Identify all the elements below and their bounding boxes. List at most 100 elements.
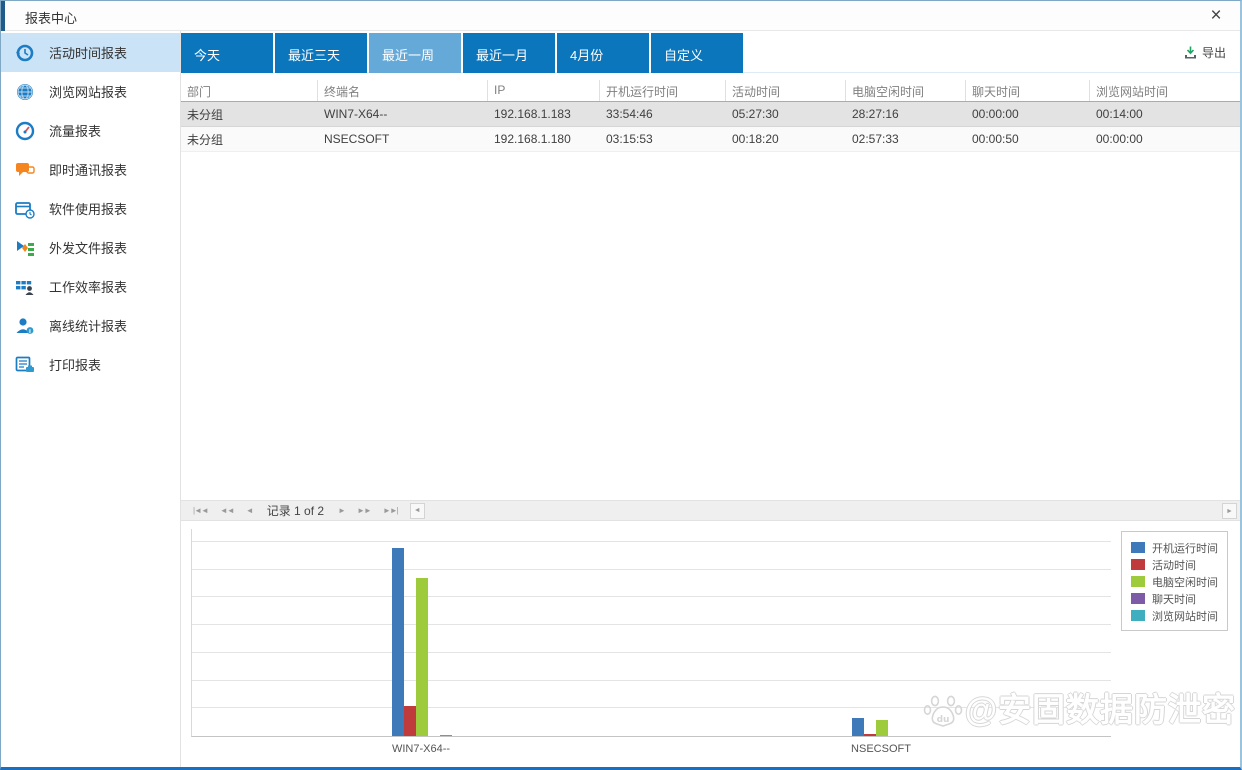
tab-last-week[interactable]: 最近一周 xyxy=(369,33,461,73)
table-row[interactable]: 未分组 WIN7-X64-- 192.168.1.183 33:54:46 05… xyxy=(181,102,1240,127)
bar-NSECSOFT-开机运行时间 xyxy=(852,718,864,736)
first-page-button[interactable]: |◄◄ xyxy=(187,506,214,515)
cell-department: 未分组 xyxy=(181,106,318,123)
next-page-button[interactable]: ► xyxy=(332,506,351,515)
column-header-browse-time[interactable]: 浏览网站时间 xyxy=(1090,80,1240,101)
bar-WIN7-X64---开机运行时间 xyxy=(392,548,404,736)
sidebar-item-outgoing-files-report[interactable]: 外发文件报表 xyxy=(1,228,180,267)
column-header-uptime[interactable]: 开机运行时间 xyxy=(600,80,726,101)
chat-bubbles-icon xyxy=(14,160,36,180)
export-label: 导出 xyxy=(1202,44,1226,61)
titlebar: 报表中心 × xyxy=(1,1,1240,31)
fast-prev-button[interactable]: ◄◄ xyxy=(214,506,240,515)
legend-label: 开机运行时间 xyxy=(1152,540,1218,556)
cell-uptime: 33:54:46 xyxy=(600,107,726,121)
svg-text:i: i xyxy=(29,329,31,335)
bar-WIN7-X64---活动时间 xyxy=(404,706,416,736)
legend-item: 活动时间 xyxy=(1131,556,1218,573)
cell-browse-time: 00:14:00 xyxy=(1090,107,1240,121)
sidebar-item-print-report[interactable]: 打印报表 xyxy=(1,345,180,384)
column-header-terminal[interactable]: 终端名 xyxy=(318,80,488,101)
prev-page-button[interactable]: ◄ xyxy=(240,506,259,515)
activity-bar-chart: 开机运行时间 活动时间 电脑空闲时间 聊天时间 xyxy=(181,521,1240,767)
bar-WIN7-X64---浏览网站时间 xyxy=(440,735,452,736)
legend-label: 聊天时间 xyxy=(1152,591,1196,607)
table-row[interactable]: 未分组 NSECSOFT 192.168.1.180 03:15:53 00:1… xyxy=(181,127,1240,152)
sidebar-item-label: 打印报表 xyxy=(49,355,101,374)
window-title: 报表中心 xyxy=(25,8,77,27)
cell-uptime: 03:15:53 xyxy=(600,132,726,146)
column-header-active-time[interactable]: 活动时间 xyxy=(726,80,846,101)
history-clock-icon xyxy=(14,43,36,63)
cell-chat-time: 00:00:50 xyxy=(966,132,1090,146)
hscroll-right-button[interactable]: ► xyxy=(1222,503,1237,519)
download-icon xyxy=(1184,46,1197,59)
globe-icon xyxy=(14,82,36,102)
legend-label: 电脑空闲时间 xyxy=(1152,574,1218,590)
grid-person-icon xyxy=(14,277,36,297)
report-center-window: 报表中心 × 活动时间报表 浏览网站报表 流量报表 xyxy=(0,0,1242,770)
close-icon[interactable]: × xyxy=(1204,4,1228,28)
bar-NSECSOFT-活动时间 xyxy=(864,734,876,736)
gauge-icon xyxy=(14,121,36,141)
cell-active-time: 05:27:30 xyxy=(726,107,846,121)
legend-item: 浏览网站时间 xyxy=(1131,607,1218,624)
cell-department: 未分组 xyxy=(181,131,318,148)
bar-NSECSOFT-电脑空闲时间 xyxy=(876,720,888,736)
legend-swatch-browse xyxy=(1131,610,1145,621)
sidebar-item-label: 离线统计报表 xyxy=(49,316,127,335)
outgoing-file-icon xyxy=(14,238,36,258)
legend-swatch-active xyxy=(1131,559,1145,570)
person-info-icon: i xyxy=(14,316,36,336)
sidebar-item-software-usage-report[interactable]: 软件使用报表 xyxy=(1,189,180,228)
gridline xyxy=(192,624,1111,625)
date-range-tabs: 今天 最近三天 最近一周 最近一月 4月份 自定义 导出 xyxy=(181,33,1240,73)
column-header-idle-time[interactable]: 电脑空闲时间 xyxy=(846,80,966,101)
gridline xyxy=(192,569,1111,570)
export-button[interactable]: 导出 xyxy=(1184,44,1226,61)
main-panel: 今天 最近三天 最近一周 最近一月 4月份 自定义 导出 部门 终端名 IP 开… xyxy=(181,31,1240,767)
x-axis-label: NSECSOFT xyxy=(801,743,961,755)
cell-chat-time: 00:00:00 xyxy=(966,107,1090,121)
tab-custom[interactable]: 自定义 xyxy=(651,33,743,73)
fast-next-button[interactable]: ►► xyxy=(351,506,377,515)
sidebar-item-work-efficiency-report[interactable]: 工作效率报表 xyxy=(1,267,180,306)
cell-terminal: WIN7-X64-- xyxy=(318,107,488,121)
sidebar-item-traffic-report[interactable]: 流量报表 xyxy=(1,111,180,150)
record-count-label: 记录 1 of 2 xyxy=(259,502,332,519)
sidebar-item-label: 流量报表 xyxy=(49,121,101,140)
cell-browse-time: 00:00:00 xyxy=(1090,132,1240,146)
chart-plot xyxy=(191,529,1111,737)
tab-today[interactable]: 今天 xyxy=(181,33,273,73)
legend-item: 聊天时间 xyxy=(1131,590,1218,607)
gridline xyxy=(192,596,1111,597)
cell-ip: 192.168.1.183 xyxy=(488,107,600,121)
sidebar-item-label: 工作效率报表 xyxy=(49,277,127,296)
sidebar-item-activity-time-report[interactable]: 活动时间报表 xyxy=(1,33,180,72)
sidebar-item-label: 即时通讯报表 xyxy=(49,160,127,179)
legend-item: 开机运行时间 xyxy=(1131,539,1218,556)
sidebar-item-im-report[interactable]: 即时通讯报表 xyxy=(1,150,180,189)
last-page-button[interactable]: ►►| xyxy=(377,506,404,515)
sidebar-item-website-report[interactable]: 浏览网站报表 xyxy=(1,72,180,111)
cell-idle-time: 02:57:33 xyxy=(846,132,966,146)
legend-label: 活动时间 xyxy=(1152,557,1196,573)
sidebar-item-offline-stats-report[interactable]: i 离线统计报表 xyxy=(1,306,180,345)
tab-last-month[interactable]: 最近一月 xyxy=(463,33,555,73)
sidebar-item-label: 浏览网站报表 xyxy=(49,82,127,101)
legend-swatch-uptime xyxy=(1131,542,1145,553)
legend-item: 电脑空闲时间 xyxy=(1131,573,1218,590)
column-header-chat-time[interactable]: 聊天时间 xyxy=(966,80,1090,101)
column-header-ip[interactable]: IP xyxy=(488,80,600,101)
column-header-department[interactable]: 部门 xyxy=(181,80,318,101)
x-axis-label: WIN7-X64-- xyxy=(341,743,501,755)
hscroll-left-button[interactable]: ◄ xyxy=(410,503,425,519)
table-header: 部门 终端名 IP 开机运行时间 活动时间 电脑空闲时间 聊天时间 浏览网站时间 xyxy=(181,80,1240,102)
sidebar: 活动时间报表 浏览网站报表 流量报表 即时通讯报表 xyxy=(1,31,181,767)
legend-swatch-idle xyxy=(1131,576,1145,587)
bar-WIN7-X64---电脑空闲时间 xyxy=(416,578,428,736)
chart-legend: 开机运行时间 活动时间 电脑空闲时间 聊天时间 xyxy=(1121,531,1228,631)
tab-april[interactable]: 4月份 xyxy=(557,33,649,73)
tab-last-3-days[interactable]: 最近三天 xyxy=(275,33,367,73)
legend-swatch-chat xyxy=(1131,593,1145,604)
